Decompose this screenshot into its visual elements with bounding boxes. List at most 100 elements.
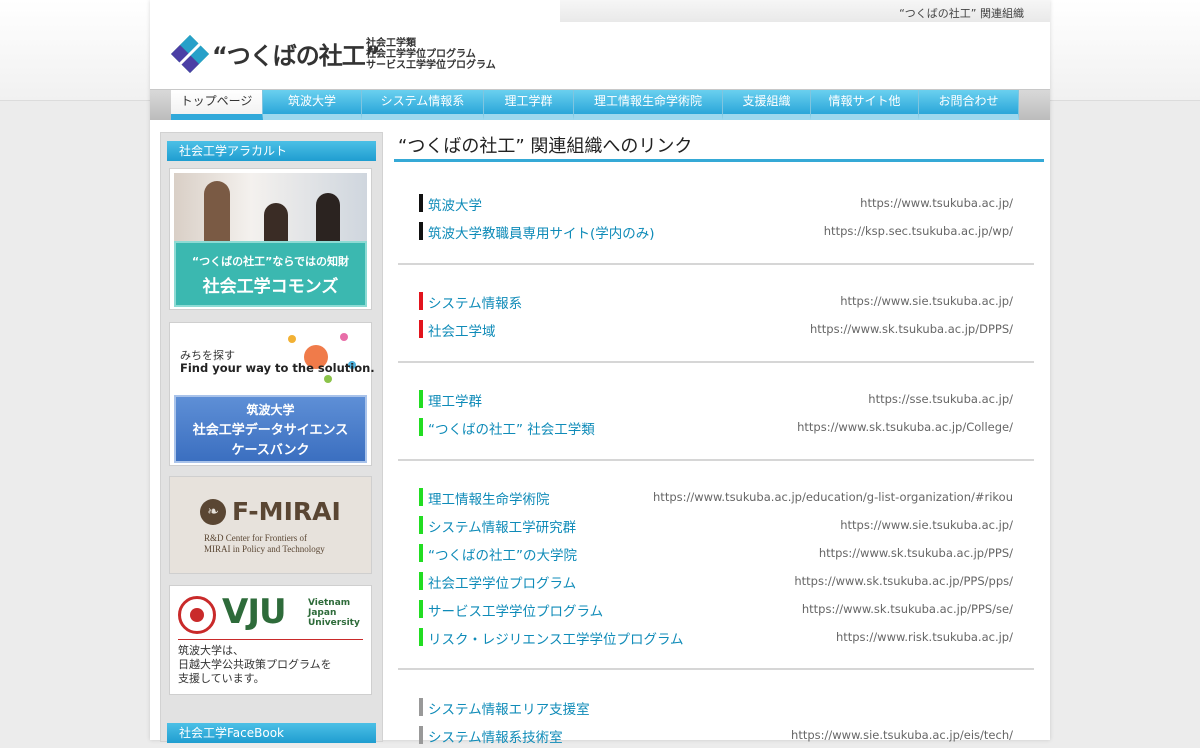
site-header: “つくばの社工” 関連組織 “つくばの社工” 社会工学類 社会工学学位プログラム… — [150, 0, 1050, 88]
link-group: 理工学群 https://sse.tsukuba.ac.jp/ “つくばの社工” 社… — [398, 384, 1034, 440]
network-graphic — [284, 331, 364, 387]
link-url[interactable]: https://www.sie.tsukuba.ac.jp/ — [840, 518, 1013, 532]
banner-casebank[interactable]: みちを探す Find your way to the solution. 筑波大… — [169, 322, 375, 466]
banner-fmirai-line2: MIRAI in Policy and Technology — [204, 544, 325, 554]
banner-vju-sub3: University — [308, 618, 360, 628]
banner-vju[interactable]: VJU Vietnam Japan University 筑波大学は、 日越大学… — [169, 585, 372, 695]
logo-subtitle-3: サービス工学学位プログラム — [366, 60, 496, 71]
category-marker — [419, 222, 423, 240]
link-row: システム情報工学研究群 https://www.sie.tsukuba.ac.jp… — [398, 510, 1034, 538]
link-name[interactable]: システム情報系技術室 — [428, 726, 563, 746]
link-row: “つくばの社工” 社会工学類 https://www.sk.tsukuba.ac.… — [398, 412, 1034, 440]
link-name[interactable]: システム情報系 — [428, 292, 522, 312]
top-breadcrumb-tab: “つくばの社工” 関連組織 — [560, 0, 1050, 22]
banner-vju-sub1: Vietnam — [308, 598, 351, 608]
link-url[interactable]: https://www.sk.tsukuba.ac.jp/PPS/ — [819, 546, 1013, 560]
link-name[interactable]: システム情報エリア支援室 — [428, 698, 590, 718]
link-name[interactable]: 筑波大学教職員専用サイト(学内のみ) — [428, 222, 655, 242]
leaf-icon: ❧ — [200, 499, 226, 525]
link-url[interactable]: https://www.risk.tsukuba.ac.jp/ — [836, 630, 1013, 644]
link-group: システム情報系 https://www.sie.tsukuba.ac.jp/社会工… — [398, 286, 1034, 342]
group-divider — [398, 263, 1034, 265]
link-row: 筑波大学 https://www.tsukuba.ac.jp/ — [398, 188, 1034, 216]
category-marker — [419, 516, 423, 534]
category-marker — [419, 628, 423, 646]
link-url[interactable]: https://sse.tsukuba.ac.jp/ — [868, 392, 1013, 406]
link-url[interactable]: https://www.sk.tsukuba.ac.jp/PPS/se/ — [802, 602, 1013, 616]
sidebar-heading: 社会工学アラカルト — [167, 141, 376, 161]
link-row: システム情報エリア支援室 — [398, 692, 1034, 720]
logo-subtitles: 社会工学類 社会工学学位プログラム サービス工学学位プログラム — [366, 38, 496, 71]
sidebar: 社会工学アラカルト “つくばの社工”ならではの知財 社会工学コモンズ みちを探す… — [160, 132, 383, 743]
link-name[interactable]: サービス工学学位プログラム — [428, 600, 603, 620]
link-row: 筑波大学教職員専用サイト(学内のみ) https://ksp.sec.tsukub… — [398, 216, 1034, 244]
banner-casebank-line3: 筑波大学 — [246, 403, 295, 417]
main-nav: トップページ 筑波大学 システム情報系 理工学群 理工情報生命学術院 支援組織 … — [150, 89, 1050, 120]
banner-fmirai-line1: R&D Center for Frontiers of — [204, 533, 307, 543]
link-name[interactable]: 社会工学学位プログラム — [428, 572, 576, 592]
nav-item-sie[interactable]: システム情報系 — [362, 90, 484, 120]
banner-vju-line3: 支援しています。 — [178, 672, 265, 685]
banner-commons-line1: “つくばの社工”ならではの知財 — [191, 255, 350, 268]
banner-fmirai[interactable]: ❧ F-MIRAI R&D Center for Frontiers of MI… — [169, 476, 372, 574]
banner-fmirai-title: F-MIRAI — [232, 497, 341, 526]
link-row: システム情報系技術室 https://www.sie.tsukuba.ac.jp/… — [398, 720, 1034, 748]
link-name[interactable]: “つくばの社工”の大学院 — [428, 544, 577, 564]
link-row: 理工学群 https://sse.tsukuba.ac.jp/ — [398, 384, 1034, 412]
link-row: システム情報系 https://www.sie.tsukuba.ac.jp/ — [398, 286, 1034, 314]
logo-subtitle-1: 社会工学類 — [366, 38, 416, 49]
link-url[interactable]: https://www.tsukuba.ac.jp/ — [860, 196, 1013, 210]
link-name[interactable]: 社会工学域 — [428, 320, 496, 340]
banner-commons-line2: 社会工学コモンズ — [202, 277, 339, 297]
link-name[interactable]: 理工情報生命学術院 — [428, 488, 550, 508]
nav-item-tsukuba[interactable]: 筑波大学 — [263, 90, 362, 120]
link-name[interactable]: システム情報工学研究群 — [428, 516, 576, 536]
logo-title[interactable]: “つくばの社工” — [212, 36, 381, 71]
category-marker — [419, 194, 423, 212]
link-url[interactable]: https://www.sk.tsukuba.ac.jp/DPPS/ — [810, 322, 1013, 336]
link-group: 理工情報生命学術院 https://www.tsukuba.ac.jp/educa… — [398, 482, 1034, 650]
nav-item-info-sites[interactable]: 情報サイト他 — [811, 90, 919, 120]
category-marker — [419, 544, 423, 562]
page-title: “つくばの社工” 関連組織へのリンク — [394, 132, 1044, 162]
category-marker — [419, 726, 423, 744]
link-group: 筑波大学 https://www.tsukuba.ac.jp/筑波大学教職員専用サ… — [398, 188, 1034, 244]
group-divider — [398, 668, 1034, 670]
category-marker — [419, 320, 423, 338]
top-breadcrumb-link[interactable]: “つくばの社工” 関連組織 — [899, 5, 1024, 21]
link-row: 社会工学域 https://www.sk.tsukuba.ac.jp/DPPS/ — [398, 314, 1034, 342]
group-divider — [398, 459, 1034, 461]
nav-item-support[interactable]: 支援組織 — [723, 90, 811, 120]
link-url[interactable]: https://www.sie.tsukuba.ac.jp/ — [840, 294, 1013, 308]
link-url[interactable]: https://ksp.sec.tsukuba.ac.jp/wp/ — [824, 224, 1013, 238]
logo-subtitle-2: 社会工学学位プログラム — [366, 49, 476, 60]
page-wrapper: “つくばの社工” 関連組織 “つくばの社工” 社会工学類 社会工学学位プログラム… — [150, 0, 1050, 746]
vju-divider — [178, 639, 363, 640]
banner-vju-sub2: Japan — [308, 608, 337, 618]
nav-item-sse[interactable]: 理工学群 — [484, 90, 574, 120]
category-marker — [419, 698, 423, 716]
nav-item-graduate-school[interactable]: 理工情報生命学術院 — [574, 90, 723, 120]
banner-casebank-line2: Find your way to the solution. — [180, 361, 375, 375]
banner-vju-line1: 筑波大学は、 — [178, 644, 244, 657]
banner-vju-title: VJU — [222, 592, 287, 632]
banner-vju-line2: 日越大学公共政策プログラムを — [178, 658, 332, 671]
nav-item-contact[interactable]: お問合わせ — [919, 90, 1019, 120]
link-name[interactable]: 理工学群 — [428, 390, 482, 410]
link-url[interactable]: https://www.tsukuba.ac.jp/education/g-li… — [653, 490, 1013, 504]
nav-item-top[interactable]: トップページ — [171, 90, 263, 120]
link-url[interactable]: https://www.sk.tsukuba.ac.jp/PPS/pps/ — [794, 574, 1013, 588]
banner-commons-photo — [174, 173, 367, 241]
link-name[interactable]: 筑波大学 — [428, 194, 482, 214]
link-row: サービス工学学位プログラム https://www.sk.tsukuba.ac.j… — [398, 594, 1034, 622]
link-row: “つくばの社工”の大学院 https://www.sk.tsukuba.ac.jp… — [398, 538, 1034, 566]
link-name[interactable]: リスク・レジリエンス工学学位プログラム — [428, 628, 684, 648]
link-url[interactable]: https://www.sk.tsukuba.ac.jp/College/ — [797, 420, 1013, 434]
logo-icon[interactable] — [170, 34, 210, 74]
category-marker — [419, 600, 423, 618]
banner-commons[interactable]: “つくばの社工”ならではの知財 社会工学コモンズ — [169, 168, 372, 310]
category-marker — [419, 488, 423, 506]
category-marker — [419, 292, 423, 310]
link-row: 社会工学学位プログラム https://www.sk.tsukuba.ac.jp/… — [398, 566, 1034, 594]
link-name[interactable]: “つくばの社工” 社会工学類 — [428, 418, 595, 438]
